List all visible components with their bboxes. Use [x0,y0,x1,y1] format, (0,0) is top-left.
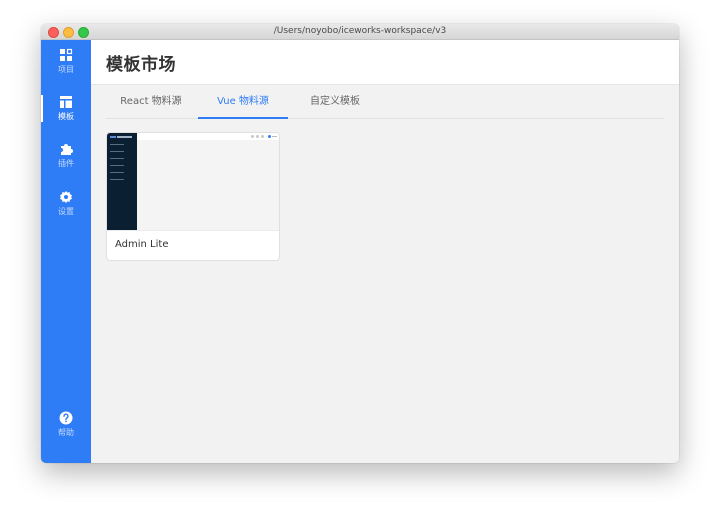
preview-nav-line [110,151,124,152]
active-indicator [41,95,43,122]
source-tabs: React 物料源 Vue 物料源 自定义模板 [106,85,664,119]
sidebar-item-label: 设置 [58,207,74,216]
tab-vue-source[interactable]: Vue 物料源 [198,85,288,119]
page-header: 模板市场 [91,40,679,85]
sidebar-item-help[interactable]: 帮助 [41,411,91,447]
sidebar-item-label: 帮助 [58,428,74,437]
main-content: 模板市场 React 物料源 Vue 物料源 自定义模板 Admin Lite [91,40,679,463]
preview-logo-text [117,136,132,138]
template-preview-image [107,133,279,231]
preview-nav-line [110,172,124,173]
sidebar: 项目 模板 插件 设置 帮助 [41,40,91,463]
preview-sidebar [107,133,137,230]
sidebar-item-settings[interactable]: 设置 [41,190,91,226]
preview-topbar [137,133,279,140]
help-icon [59,411,73,425]
sidebar-item-projects[interactable]: 项目 [41,48,91,84]
preview-nav-line [110,144,124,145]
template-name: Admin Lite [115,239,169,250]
preview-username [272,136,277,137]
sidebar-item-label: 模板 [58,112,74,121]
preview-topbar-icon [251,135,254,138]
sidebar-item-label: 项目 [58,65,74,74]
puzzle-icon [61,144,73,155]
tab-label: Vue 物料源 [217,96,269,107]
tab-label: 自定义模板 [310,96,360,107]
tab-custom-templates[interactable]: 自定义模板 [290,85,380,118]
preview-avatar [268,135,271,138]
sidebar-item-plugins[interactable]: 插件 [41,142,91,178]
preview-topbar-icon [256,135,259,138]
tab-react-source[interactable]: React 物料源 [106,85,196,118]
preview-nav-line [110,165,124,166]
template-card[interactable]: Admin Lite [106,132,280,261]
sidebar-item-label: 插件 [58,159,74,168]
preview-nav-line [110,179,124,180]
gear-icon [60,191,72,203]
preview-topbar-icon [261,135,264,138]
tab-label: React 物料源 [120,96,182,107]
preview-logo [110,136,116,138]
sidebar-item-templates[interactable]: 模板 [41,95,91,131]
app-window: /Users/noyobo/iceworks-workspace/v3 项目 模… [41,24,679,463]
title-bar[interactable]: /Users/noyobo/iceworks-workspace/v3 [41,24,679,40]
preview-nav-line [110,158,124,159]
template-icon [60,96,72,108]
window-title: /Users/noyobo/iceworks-workspace/v3 [273,26,447,36]
page-title: 模板市场 [106,55,176,75]
dashboard-icon [60,48,73,61]
